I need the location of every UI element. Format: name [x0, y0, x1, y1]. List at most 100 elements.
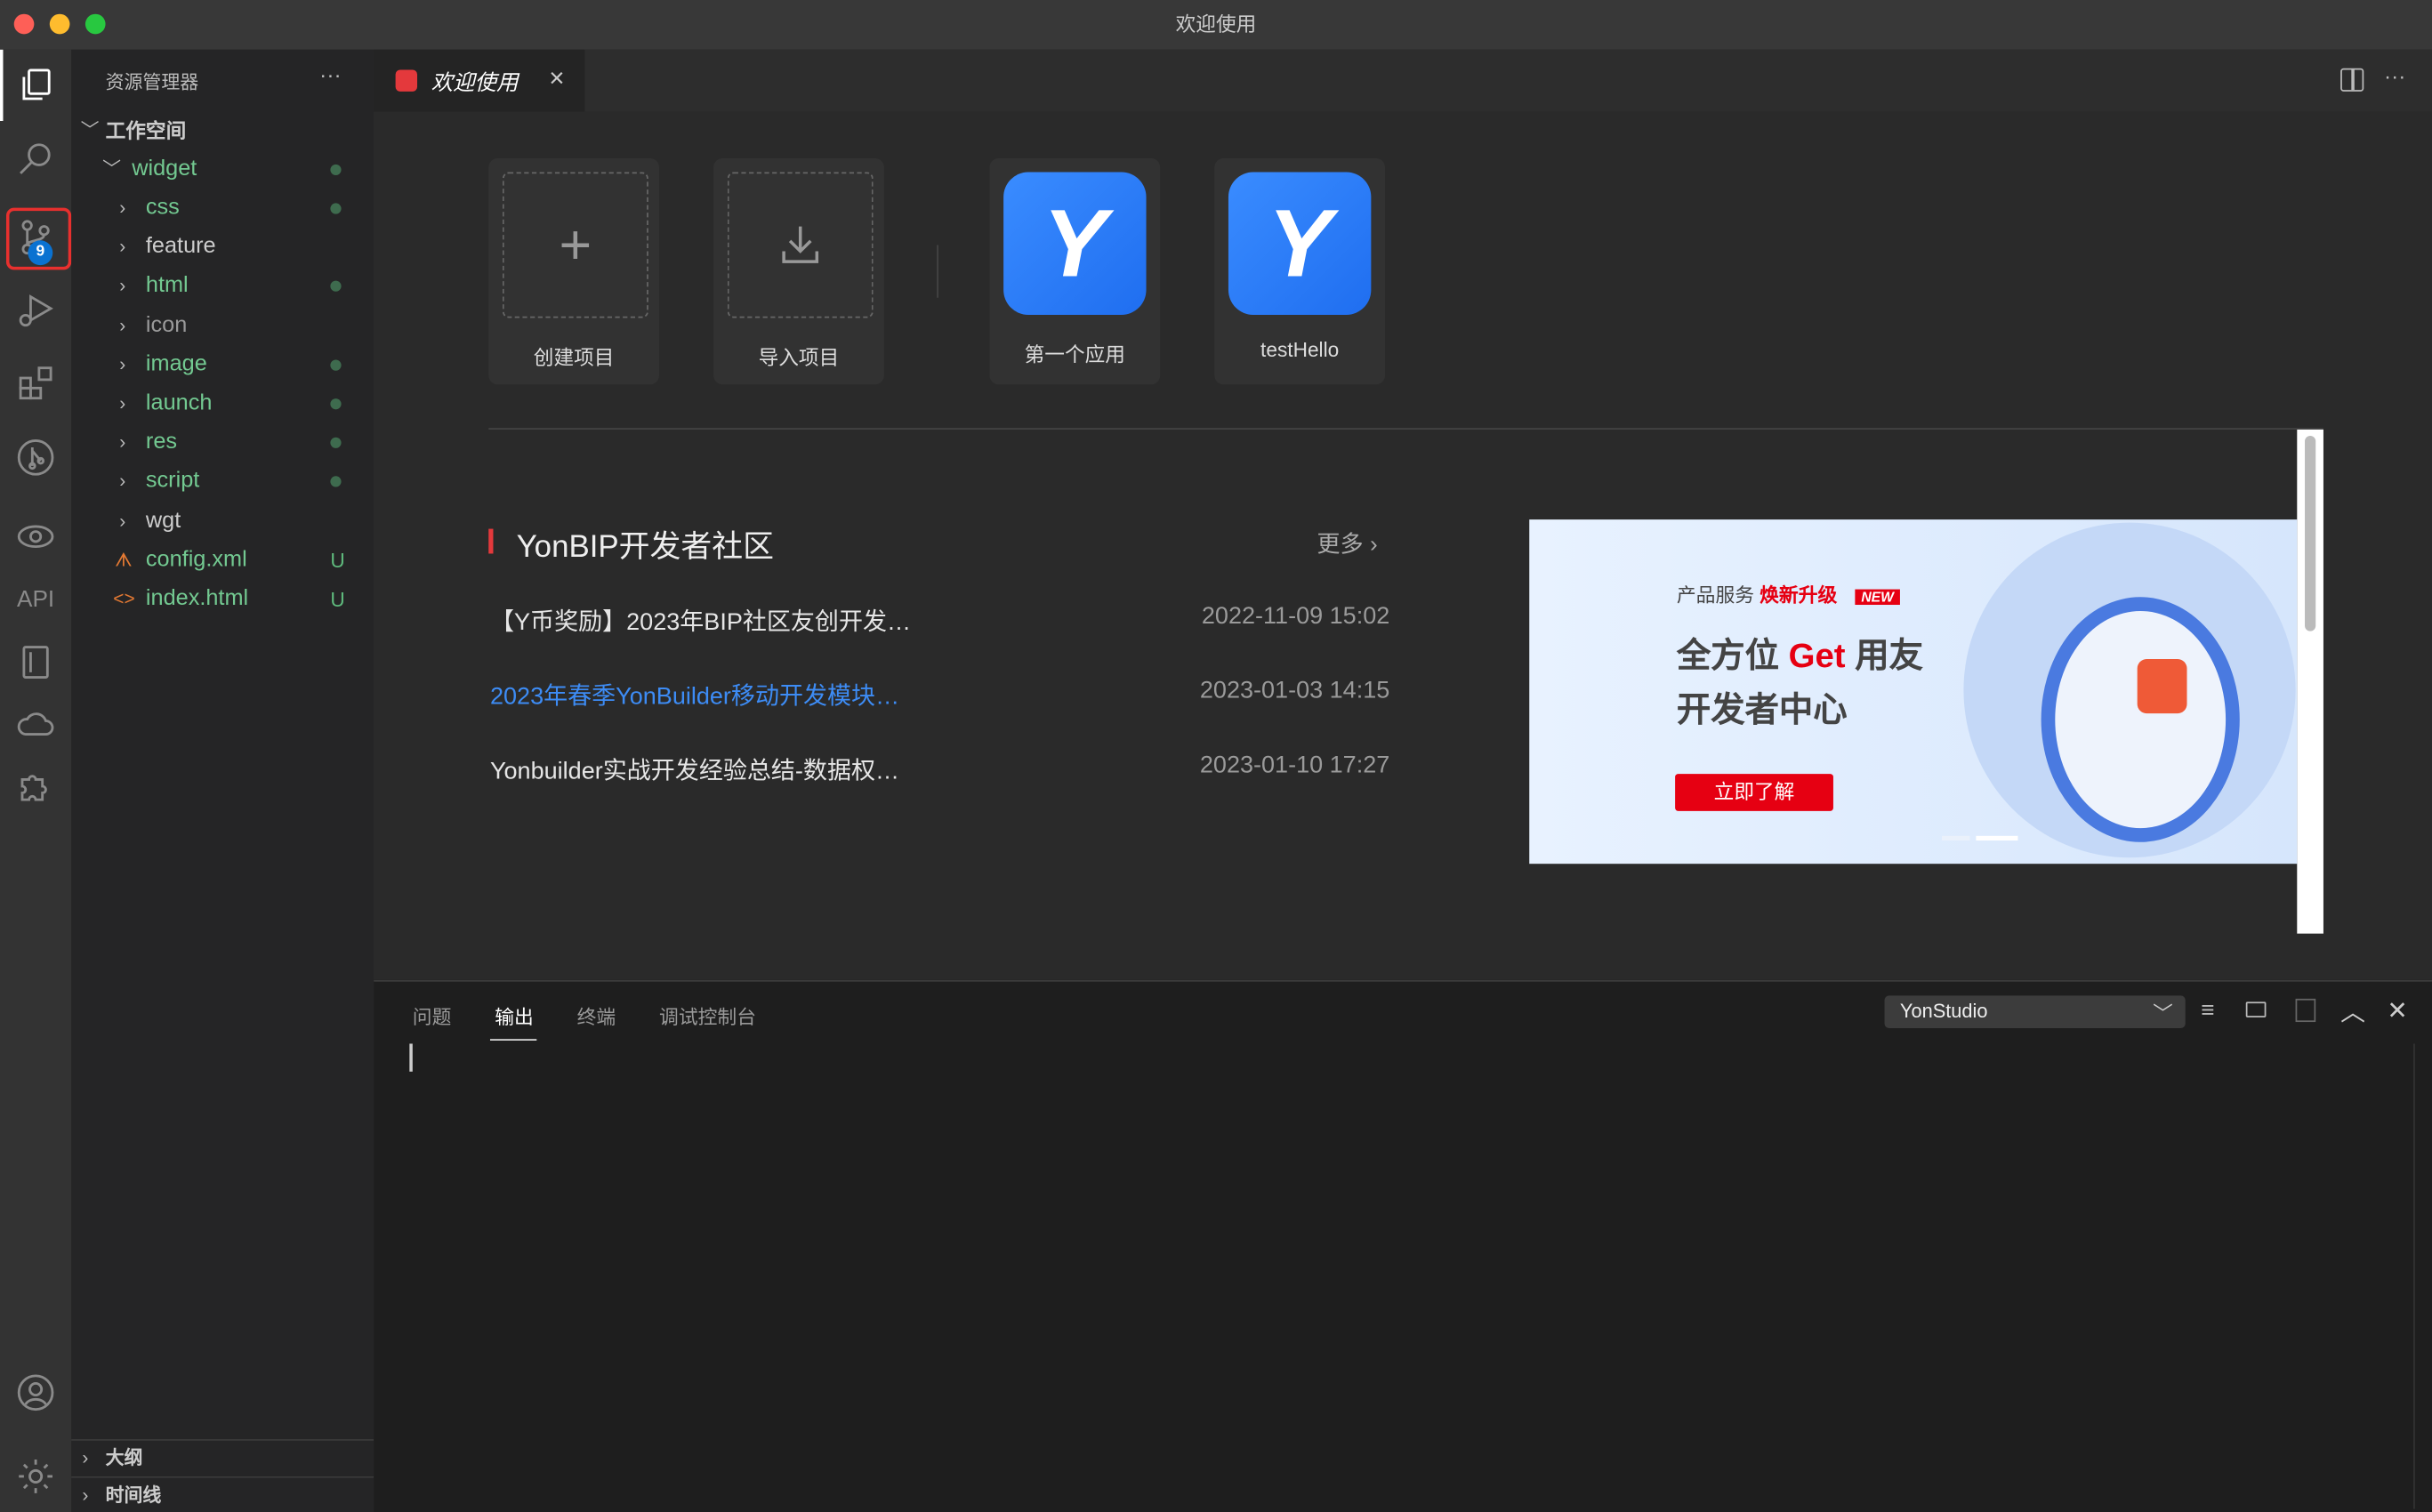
settings-gear-icon[interactable] [12, 1453, 59, 1500]
preview-eye-icon[interactable] [12, 513, 59, 559]
recent-app-2[interactable]: YtestHello [1214, 157, 1386, 385]
chevron-right-icon: › [119, 392, 126, 414]
text-cursor [409, 1043, 412, 1072]
tree-item-label: image [145, 351, 207, 377]
timeline-section[interactable]: › 时间线 [71, 1476, 374, 1512]
download-icon [727, 172, 874, 318]
banner-headline: 全方位 [1676, 635, 1779, 675]
chevron-right-icon: › [119, 275, 126, 297]
tree-item-label: feature [145, 234, 216, 260]
news-item[interactable]: 【Y币奖励】2023年BIP社区友创开发… 2022-11-09 15:02 [490, 603, 1389, 649]
modified-dot [330, 281, 342, 293]
panel-tab[interactable]: 输出 [495, 1001, 534, 1030]
source-control-icon[interactable]: 9 [12, 214, 59, 266]
news-title[interactable]: 【Y币奖励】2023年BIP社区友创开发… [490, 603, 911, 637]
carousel-dot-active[interactable] [1976, 835, 2018, 841]
tree-item-feature[interactable]: › feature [71, 229, 374, 268]
workspace-header[interactable]: ﹀ 工作空间 [71, 112, 374, 151]
tree-item-res[interactable]: › res [71, 423, 374, 462]
tree-folder-widget[interactable]: ﹀ widget [71, 150, 374, 189]
modified-dot [330, 398, 342, 410]
tree-item-index-html[interactable]: <> index.html U [71, 580, 374, 619]
run-debug-icon[interactable] [12, 287, 59, 334]
account-icon[interactable] [12, 1370, 59, 1416]
maximize-panel-icon[interactable]: ︿ [2340, 991, 2365, 1028]
panel-tab[interactable]: 终端 [577, 1001, 616, 1030]
more-link[interactable]: 更多 › [1317, 527, 1377, 560]
chevron-down-icon: ﹀ [102, 157, 122, 181]
news-item[interactable]: Yonbuilder实战开发经验总结-数据权… 2023-01-10 17:27 [490, 752, 1389, 799]
panel-tab[interactable]: 问题 [413, 1001, 452, 1030]
banner-subheadline: 开发者中心 [1676, 689, 1848, 729]
bottom-panel: 问题 输出 终端 调试控制台 YonStudio ﹀ ≡ ︿ ✕ [374, 979, 2432, 1512]
split-editor-icon[interactable] [2340, 68, 2364, 92]
modified-dot [330, 359, 342, 371]
tree-item-image[interactable]: › image [71, 345, 374, 384]
tree-item-label: launch [145, 390, 213, 416]
chevron-right-icon: › [119, 431, 126, 454]
tree-item-label: script [145, 469, 200, 495]
banner-tag-highlight: 焕新升级 [1760, 584, 1838, 607]
card-label: 导入项目 [758, 345, 840, 369]
tree-item-script[interactable]: › script [71, 462, 374, 502]
cloud-icon[interactable] [12, 701, 59, 747]
person-illustration [2137, 659, 2187, 714]
tree-item-wgt[interactable]: › wgt [71, 502, 374, 541]
panel-tab[interactable]: 调试控制台 [659, 1001, 756, 1030]
tab-welcome[interactable]: 欢迎使用 × [374, 49, 585, 112]
folder-label: widget [132, 157, 197, 182]
tree-item-launch[interactable]: › launch [71, 384, 374, 423]
import-project-button[interactable]: 导入项目 [713, 157, 884, 385]
open-log-icon[interactable] [2295, 998, 2316, 1023]
api-icon[interactable]: API [12, 575, 59, 622]
minimize-window-button[interactable] [49, 13, 70, 35]
modified-dot [330, 164, 342, 176]
chevron-right-icon: › [119, 314, 126, 336]
plugin-icon[interactable] [12, 763, 59, 809]
news-title[interactable]: 2023年春季YonBuilder移动开发模块… [490, 678, 899, 712]
tree-item-config-xml[interactable]: ᗑ config.xml U [71, 541, 374, 580]
editor-more-icon[interactable]: ··· [2384, 63, 2405, 88]
tree-item-html[interactable]: › html [71, 268, 374, 307]
news-date: 2023-01-03 14:15 [1199, 677, 1390, 704]
chevron-down-icon: ﹀ [80, 119, 100, 141]
news-item[interactable]: 2023年春季YonBuilder移动开发模块… 2023-01-03 14:15 [490, 678, 1389, 724]
news-title[interactable]: Yonbuilder实战开发经验总结-数据权… [490, 752, 899, 786]
lock-scroll-icon[interactable] [2245, 1001, 2267, 1017]
outline-label: 大纲 [105, 1446, 143, 1469]
scrollbar[interactable] [2297, 429, 2323, 934]
extensions-icon[interactable] [12, 360, 59, 406]
chevron-right-icon: › [119, 509, 126, 532]
maximize-window-button[interactable] [85, 13, 106, 35]
yonbuilder-app-icon: Y [1003, 172, 1147, 315]
outline-section[interactable]: › 大纲 [71, 1439, 374, 1475]
scrollbar[interactable] [2413, 1043, 2415, 1509]
git-graph-icon[interactable] [12, 434, 59, 480]
create-project-button[interactable]: + 创建项目 [488, 157, 660, 385]
editor-tab-bar: 欢迎使用 × ··· [374, 49, 2432, 112]
tree-item-label: wgt [145, 508, 181, 534]
learn-more-button[interactable]: 立即了解 [1675, 774, 1833, 811]
modified-dot [330, 476, 342, 488]
yonbuilder-app-icon: Y [1228, 172, 1372, 315]
device-icon[interactable] [12, 639, 59, 685]
close-panel-icon[interactable]: ✕ [2387, 995, 2407, 1026]
output-channel-select[interactable]: YonStudio ﹀ [1884, 995, 2186, 1029]
untracked-badge: U [330, 548, 345, 573]
promo-banner[interactable]: 产品服务 焕新升级 NEW 全方位 Get 用友 开发者中心 立即了解 [1529, 519, 2298, 865]
tree-item-label: icon [145, 312, 188, 338]
tree-item-css[interactable]: › css [71, 189, 374, 229]
tree-item-icon[interactable]: › icon [71, 307, 374, 346]
new-badge: NEW [1855, 589, 1900, 606]
close-tab-icon[interactable]: × [549, 63, 564, 94]
explorer-icon[interactable] [12, 62, 59, 109]
more-actions-icon[interactable]: ··· [319, 62, 341, 87]
welcome-page: + 创建项目 导入项目 Y 第一个应用 YtestHello YonBIP开发者社区… [374, 111, 2432, 980]
recent-app-1[interactable]: Y 第一个应用 [989, 157, 1161, 385]
carousel-dot[interactable] [1942, 835, 1970, 841]
tree-item-label: res [145, 430, 178, 455]
clear-output-icon[interactable]: ≡ [2201, 997, 2214, 1024]
chevron-right-icon: › [119, 197, 126, 219]
search-icon[interactable] [12, 135, 59, 181]
close-window-button[interactable] [13, 13, 35, 35]
